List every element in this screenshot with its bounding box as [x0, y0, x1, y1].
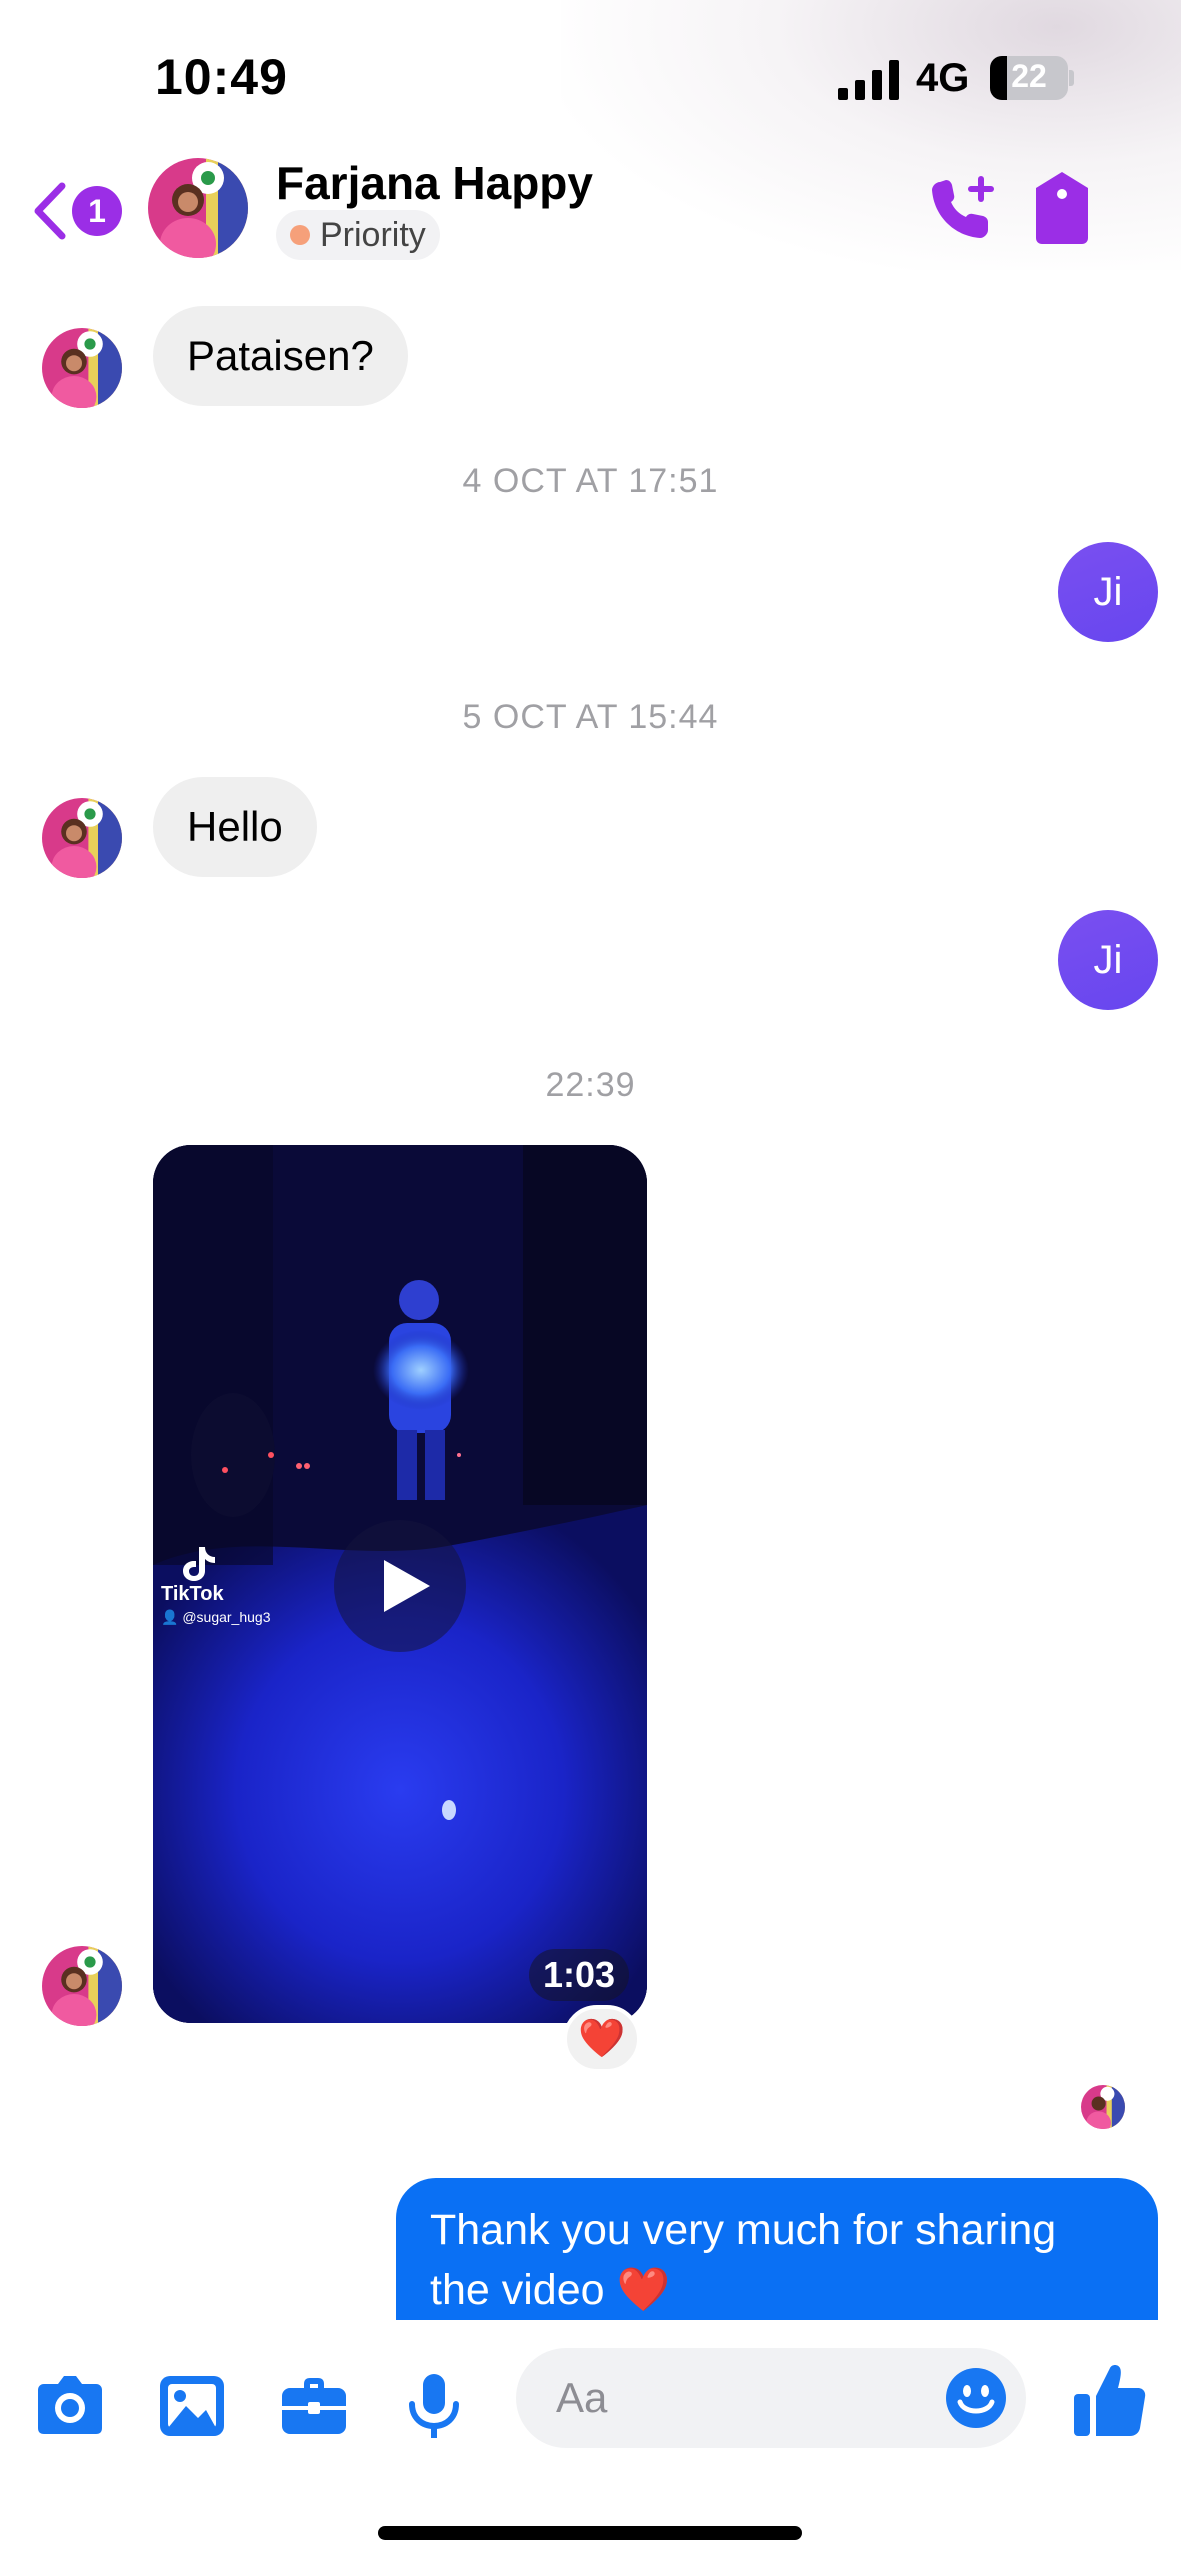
- smiley-icon[interactable]: [944, 2366, 1008, 2430]
- camera-icon[interactable]: [34, 2370, 106, 2442]
- contact-avatar[interactable]: [148, 158, 248, 258]
- contact-avatar-small[interactable]: [42, 1946, 122, 2026]
- play-icon: [384, 1560, 430, 1612]
- network-type: 4G: [916, 56, 970, 100]
- thumbs-up-icon[interactable]: [1072, 2360, 1148, 2440]
- battery-icon: 22: [990, 56, 1074, 100]
- message-timestamp: 22:39: [545, 1066, 636, 1104]
- avatar-image: [42, 798, 122, 878]
- seen-indicator-avatar: [1081, 2085, 1125, 2129]
- contact-name[interactable]: Farjana Happy: [276, 156, 593, 210]
- shield-icon[interactable]: [1030, 170, 1094, 246]
- conversation-header: 1 Farjana Happy Priority: [0, 150, 1181, 270]
- priority-dot-icon: [290, 225, 310, 245]
- avatar-image: [148, 158, 248, 258]
- outgoing-message[interactable]: Thank you very much for sharing the vide…: [396, 2178, 1158, 2330]
- outgoing-avatar[interactable]: Ji: [1058, 910, 1158, 1010]
- microphone-icon[interactable]: [398, 2370, 470, 2442]
- add-call-button[interactable]: [926, 172, 998, 244]
- heart-reaction[interactable]: ❤️: [563, 2005, 641, 2073]
- avatar-image: [42, 328, 122, 408]
- incoming-message[interactable]: Hello: [153, 777, 317, 877]
- home-indicator: [378, 2526, 802, 2540]
- contact-avatar-small[interactable]: [42, 328, 122, 408]
- person-icon: 👤: [161, 1609, 183, 1625]
- status-bar: 10:49 4G 22: [0, 0, 1181, 150]
- battery-percent: 22: [1011, 58, 1047, 94]
- chevron-left-icon: [34, 182, 66, 240]
- signal-icon: [838, 60, 899, 100]
- priority-label: Priority: [320, 216, 426, 254]
- message-input[interactable]: [556, 2348, 916, 2448]
- unread-badge: 1: [72, 186, 122, 236]
- contact-avatar-small[interactable]: [42, 798, 122, 878]
- play-button[interactable]: [334, 1520, 466, 1652]
- tiktok-icon: [183, 1547, 215, 1581]
- video-duration: 1:03: [528, 1949, 629, 2001]
- avatar-image: [42, 1946, 122, 2026]
- avatar-image: [1081, 2085, 1125, 2129]
- message-timestamp: 5 OCT AT 15:44: [462, 698, 719, 736]
- gallery-icon[interactable]: [156, 2370, 228, 2442]
- message-composer: [0, 2320, 1181, 2560]
- tiktok-label: TikTok: [161, 1583, 224, 1605]
- tiktok-handle: 👤 @sugar_hug3: [161, 1609, 271, 1625]
- message-input-container[interactable]: [516, 2348, 1026, 2448]
- incoming-message[interactable]: Pataisen?: [153, 306, 408, 406]
- priority-chip[interactable]: Priority: [276, 210, 440, 260]
- status-time: 10:49: [155, 49, 288, 105]
- briefcase-icon[interactable]: [278, 2370, 350, 2442]
- message-timestamp: 4 OCT AT 17:51: [462, 462, 719, 500]
- video-message[interactable]: TikTok 👤 @sugar_hug3 1:03: [153, 1145, 647, 2023]
- back-button[interactable]: 1: [30, 180, 126, 242]
- outgoing-avatar[interactable]: Ji: [1058, 542, 1158, 642]
